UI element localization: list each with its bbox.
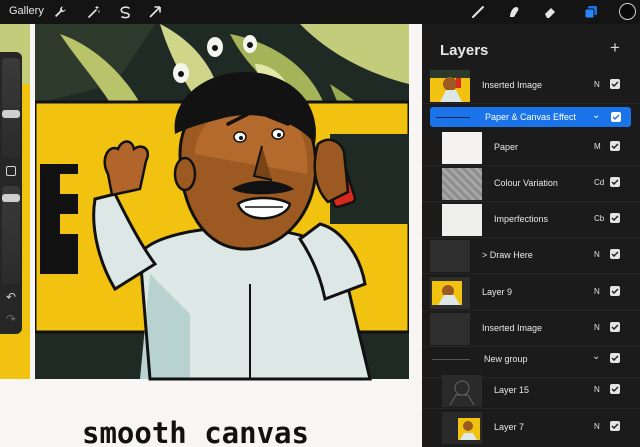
layer-row[interactable]: Layer 7 N <box>422 410 640 446</box>
group-line <box>436 117 470 118</box>
layer-row[interactable]: Inserted Image N <box>422 68 640 104</box>
brush-sidebar: ↶ ↷ <box>0 52 22 334</box>
visibility-checkbox[interactable] <box>610 79 620 89</box>
visibility-checkbox[interactable] <box>610 353 620 363</box>
top-toolbar: Gallery <box>0 0 640 24</box>
layer-name: New group <box>484 354 528 364</box>
brush-icon[interactable] <box>470 4 486 20</box>
layer-row[interactable]: Layer 9 N <box>422 275 640 311</box>
add-layer-button[interactable]: + <box>606 38 624 58</box>
redo-icon[interactable]: ↷ <box>4 312 18 326</box>
visibility-checkbox[interactable] <box>610 249 620 259</box>
layer-name: Paper & Canvas Effect <box>485 112 576 122</box>
chevron-down-icon[interactable]: ⌄ <box>592 110 600 121</box>
blend-mode[interactable]: Cb <box>594 214 604 223</box>
drawing-canvas[interactable]: smooth canvas <box>0 24 422 447</box>
visibility-checkbox[interactable] <box>610 384 620 394</box>
layer-thumbnail <box>442 168 482 200</box>
layers-icon[interactable] <box>583 4 599 20</box>
gallery-button[interactable]: Gallery <box>9 5 44 17</box>
visibility-checkbox[interactable] <box>610 322 620 332</box>
layer-name: Imperfections <box>494 214 549 224</box>
blend-mode[interactable]: N <box>594 422 600 431</box>
smudge-icon[interactable] <box>506 4 522 20</box>
blend-mode[interactable]: N <box>594 250 600 259</box>
visibility-checkbox[interactable] <box>610 177 620 187</box>
brush-opacity-thumb[interactable] <box>2 194 20 202</box>
layer-thumbnail <box>430 277 470 309</box>
blend-mode[interactable]: Cd <box>594 178 604 187</box>
layer-thumbnail <box>430 70 470 102</box>
color-swatch[interactable] <box>619 3 636 20</box>
layer-name: Colour Variation <box>494 178 558 188</box>
canvas-caption: smooth canvas <box>82 416 309 447</box>
layers-panel-title: Layers <box>440 42 489 59</box>
layer-thumbnail <box>430 313 470 345</box>
undo-icon[interactable]: ↶ <box>4 290 18 304</box>
layer-name: Layer 15 <box>494 385 530 395</box>
transform-arrow-icon[interactable] <box>147 4 163 20</box>
layer-group-row-selected[interactable]: Paper & Canvas Effect ⌄ <box>430 107 631 127</box>
selection-icon[interactable] <box>117 4 133 20</box>
layer-thumbnail <box>430 240 470 272</box>
wrench-icon[interactable] <box>52 4 68 20</box>
layer-row[interactable]: Layer 15 N <box>422 373 640 409</box>
layer-name: Inserted Image <box>482 323 543 333</box>
brush-size-slider[interactable] <box>2 58 20 158</box>
layer-thumbnail <box>442 412 482 444</box>
artwork-illustration <box>0 24 422 447</box>
chevron-down-icon[interactable]: ⌄ <box>592 351 600 362</box>
visibility-checkbox[interactable] <box>610 141 620 151</box>
blend-mode[interactable]: M <box>594 142 601 151</box>
blend-mode[interactable]: N <box>594 80 600 89</box>
layer-thumbnail <box>442 375 482 407</box>
eyedropper-square-icon[interactable] <box>6 166 16 176</box>
layer-name: Layer 7 <box>494 422 525 432</box>
layer-row[interactable]: > Draw Here N <box>422 238 640 274</box>
layer-name: Paper <box>494 142 519 152</box>
layer-row[interactable]: Paper M <box>422 130 640 166</box>
layer-thumbnail <box>442 132 482 164</box>
blend-mode[interactable]: N <box>594 323 600 332</box>
layers-panel: Layers + Inserted Image N Paper & Canvas… <box>422 24 640 447</box>
blend-mode[interactable]: N <box>594 287 600 296</box>
visibility-checkbox[interactable] <box>611 112 621 122</box>
visibility-checkbox[interactable] <box>610 421 620 431</box>
layer-name: Layer 9 <box>482 287 513 297</box>
layer-name: > Draw Here <box>482 250 533 260</box>
visibility-checkbox[interactable] <box>610 286 620 296</box>
layer-name: Inserted Image <box>482 80 543 90</box>
layer-row[interactable]: Colour Variation Cd <box>422 166 640 202</box>
layer-row[interactable]: Imperfections Cb <box>422 202 640 238</box>
magic-wand-icon[interactable] <box>86 4 102 20</box>
layer-thumbnail <box>442 204 482 236</box>
brush-size-thumb[interactable] <box>2 110 20 118</box>
visibility-checkbox[interactable] <box>610 213 620 223</box>
eraser-icon[interactable] <box>542 4 558 20</box>
group-line <box>432 359 470 360</box>
blend-mode[interactable]: N <box>594 385 600 394</box>
